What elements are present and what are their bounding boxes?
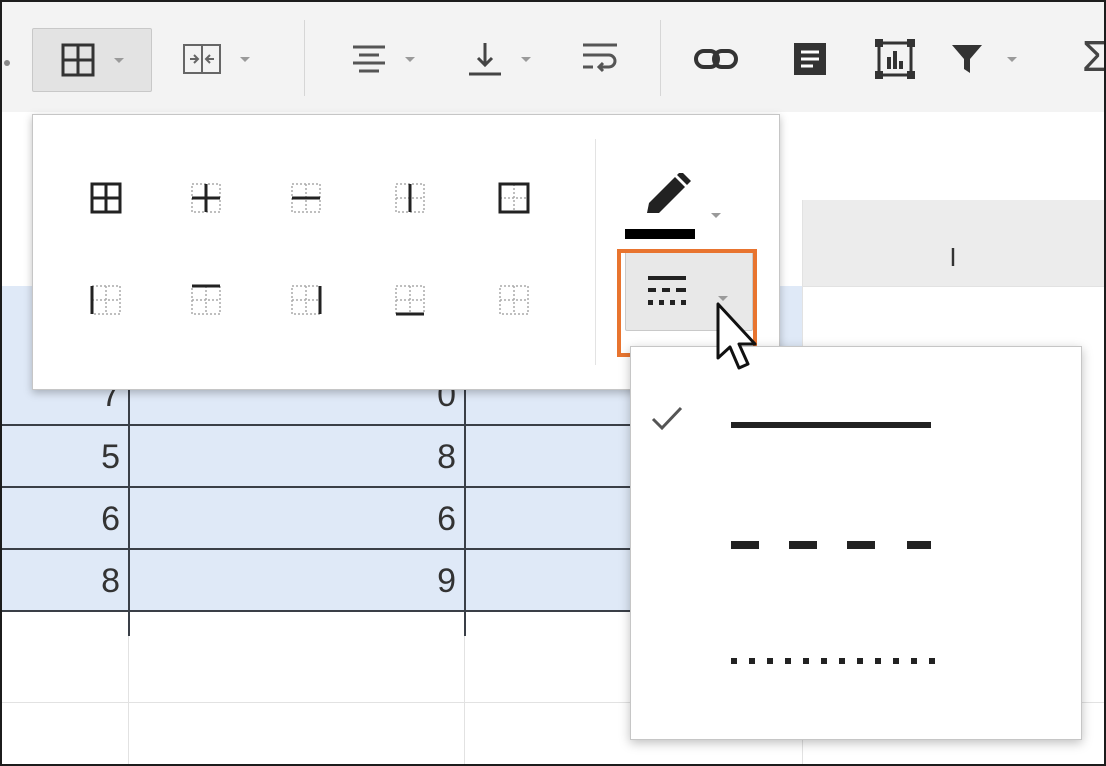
left-border-icon — [90, 285, 121, 315]
left-border-option[interactable] — [85, 279, 127, 321]
chevron-down-icon — [521, 56, 531, 62]
cell-value[interactable]: 9 — [382, 562, 456, 601]
chevron-down-icon — [240, 56, 250, 62]
functions-button[interactable]: Σ — [1082, 32, 1104, 82]
insert-link-button[interactable] — [686, 28, 746, 90]
column-header[interactable]: I — [802, 200, 1104, 286]
right-border-icon — [291, 285, 322, 315]
toolbar: Σ — [2, 2, 1104, 113]
horizontal-borders-option[interactable] — [285, 177, 327, 219]
dotted-line-icon — [731, 658, 935, 664]
mouse-cursor-icon — [716, 302, 757, 370]
gridline — [128, 636, 129, 764]
top-border-icon — [191, 284, 221, 315]
solid-line-option[interactable] — [631, 367, 1081, 487]
horizontal-align-button[interactable] — [330, 28, 434, 90]
cell-value[interactable]: 6 — [62, 500, 120, 539]
border-color-button[interactable] — [623, 173, 733, 245]
inner-borders-icon — [191, 183, 221, 213]
clear-borders-icon — [499, 285, 529, 315]
insert-chart-button[interactable] — [866, 28, 924, 90]
comment-icon — [794, 43, 826, 75]
filter-icon — [952, 45, 982, 73]
chevron-down-icon — [114, 57, 124, 63]
dashed-line-icon — [731, 541, 931, 549]
align-bottom-icon — [469, 43, 501, 76]
toolbar-separator — [304, 20, 305, 96]
bottom-border-icon — [395, 285, 425, 316]
bottom-border-option[interactable] — [389, 279, 431, 321]
line-style-menu — [630, 346, 1082, 740]
cell-value[interactable]: 5 — [62, 438, 120, 477]
all-borders-option[interactable] — [85, 177, 127, 219]
chevron-down-icon — [1007, 56, 1017, 62]
dotted-line-option[interactable] — [631, 603, 1081, 723]
solid-line-icon — [731, 422, 931, 428]
checkmark-icon — [651, 406, 683, 431]
text-wrapping-button[interactable] — [568, 28, 632, 90]
right-border-option[interactable] — [285, 279, 327, 321]
inner-borders-option[interactable] — [185, 177, 227, 219]
cell-value[interactable]: 8 — [62, 562, 120, 601]
horizontal-borders-icon — [291, 183, 321, 213]
spreadsheet-window: Σ I s 7 0 5 8 6 6 8 9 — [0, 0, 1106, 766]
vertical-borders-icon — [395, 183, 425, 213]
vertical-borders-option[interactable] — [389, 177, 431, 219]
column-header-label: I — [949, 242, 957, 272]
align-center-icon — [353, 45, 385, 73]
merge-cells-icon — [183, 44, 221, 74]
wrap-text-icon — [583, 43, 617, 73]
borders-icon — [61, 43, 95, 77]
insert-comment-button[interactable] — [786, 28, 834, 90]
chevron-down-icon — [405, 56, 415, 62]
border-color-swatch — [625, 229, 695, 239]
vertical-align-button[interactable] — [448, 28, 548, 90]
merge-cells-button[interactable] — [158, 28, 274, 90]
borders-button[interactable] — [32, 28, 152, 92]
pencil-icon — [647, 173, 691, 213]
toolbar-overflow-dot — [4, 60, 10, 66]
filter-button[interactable] — [928, 28, 1038, 90]
menu-divider — [595, 139, 596, 365]
cell-value[interactable]: 6 — [382, 500, 456, 539]
outer-borders-icon — [498, 182, 530, 214]
chevron-down-icon — [711, 213, 721, 218]
clear-borders-option[interactable] — [493, 279, 535, 321]
all-borders-icon — [90, 182, 122, 214]
chart-icon — [875, 39, 915, 79]
top-border-option[interactable] — [185, 279, 227, 321]
cell-value[interactable]: 8 — [382, 438, 456, 477]
link-icon — [694, 49, 738, 69]
dashed-line-option[interactable] — [631, 487, 1081, 607]
outer-borders-option[interactable] — [493, 177, 535, 219]
gridline — [464, 636, 465, 764]
toolbar-separator — [660, 20, 661, 96]
